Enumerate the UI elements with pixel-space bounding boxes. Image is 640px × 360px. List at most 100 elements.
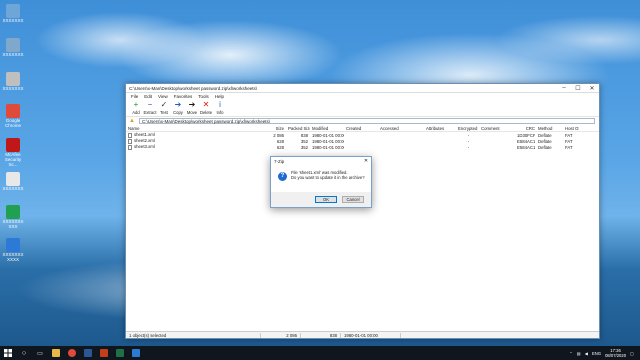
table-row[interactable]: sheet3.xml 628 352 1980-01-01 00:00 - E584AC1… [126, 144, 599, 150]
add-button[interactable]: + Add [129, 100, 143, 116]
toolbar-label: Info [216, 110, 224, 115]
toolbar-label: Move [186, 110, 198, 115]
desktop-icon[interactable]: XXXXXXX XXXX [0, 238, 26, 263]
col-size[interactable]: Size [261, 126, 286, 131]
menu-favorites[interactable]: Favorites [171, 93, 196, 100]
minus-icon: − [147, 100, 153, 109]
delete-x-icon: ✕ [202, 100, 210, 109]
delete-button[interactable]: ✕ Delete [199, 100, 213, 116]
update-archive-dialog: 7-Zip ✕ ? File 'sheet1.xml' was modified… [270, 156, 372, 208]
ok-button[interactable]: OK [315, 196, 337, 203]
up-folder-icon[interactable]: ▲ [129, 118, 135, 124]
col-attributes[interactable]: Attributes [424, 126, 456, 131]
desktop-icon-label: XXXXXXX XXXX [2, 252, 24, 262]
desktop-app-icon [6, 104, 20, 118]
col-crc[interactable]: CRC [515, 126, 535, 131]
mail-icon[interactable] [128, 346, 144, 360]
powerpoint-icon[interactable] [96, 346, 112, 360]
col-comment[interactable]: Comment [479, 126, 515, 131]
language-indicator[interactable]: ENG [592, 351, 601, 356]
desktop-icon[interactable]: XXXXXXX [0, 72, 26, 92]
toolbar-label: Copy [173, 110, 183, 115]
watermark-line-2: Go to Settings to activate Windows. [533, 324, 600, 329]
col-modified[interactable]: Modified [310, 126, 344, 131]
cell-size: 628 [276, 138, 284, 144]
cell-packed: 352 [300, 144, 308, 150]
activation-watermark: Activate Windows Go to Settings to activ… [533, 315, 599, 331]
window-title: C:\Users\x-Man\Desktop\worksheet passwor… [129, 85, 258, 91]
notifications-icon[interactable]: ▢ [630, 351, 634, 356]
desktop-app-icon [6, 138, 20, 152]
toolbar-label: Extract [143, 110, 157, 115]
toolbar-label: Delete [199, 110, 213, 115]
col-accessed[interactable]: Accessed [378, 126, 424, 131]
cell-meth: Deflate [538, 132, 552, 138]
watermark-line-1: Activate Windows [533, 315, 589, 322]
col-name[interactable]: Name [126, 126, 261, 131]
col-host-os[interactable]: Host OS [563, 126, 579, 131]
desktop-icon[interactable]: XXXXXXX [0, 172, 26, 192]
move-arrow-icon: ➔ [188, 100, 196, 109]
task-view-icon[interactable]: ▭ [32, 346, 48, 360]
file-icon [128, 138, 132, 144]
cell-mod: 1980-01-01 00:00 [312, 138, 344, 144]
search-icon[interactable]: ○ [16, 346, 32, 360]
dialog-titlebar[interactable]: 7-Zip ✕ [271, 157, 371, 165]
desktop-icon-label: XXXXXXX XXX [2, 219, 24, 229]
desktop-app-icon [6, 205, 20, 219]
tray-arrow-icon[interactable]: ⌃ [569, 351, 573, 356]
copy-button[interactable]: ➔ Copy [171, 100, 185, 116]
desktop-icon[interactable]: McAfee Security Sc... [0, 138, 26, 168]
cell-mod: 1980-01-01 00:00 [312, 132, 344, 138]
cell-name: sheet2.xml [126, 138, 261, 144]
clock[interactable]: 17:36 08/07/2020 [605, 348, 626, 358]
move-button[interactable]: ➔ Move [185, 100, 199, 116]
desktop-icon[interactable]: Google Chrome [0, 104, 26, 129]
file-manager-window: C:\Users\x-Man\Desktop\worksheet passwor… [125, 83, 600, 339]
col-packed-size[interactable]: Packed Size [286, 126, 310, 131]
file-explorer-icon[interactable] [48, 346, 64, 360]
network-icon[interactable]: ▤ [577, 351, 581, 356]
plus-icon: + [133, 100, 139, 109]
toolbar: + Add − Extract ✓ Test ➔ Copy ➔ Move ✕ Delete i Info [126, 100, 599, 117]
menu-file[interactable]: File [128, 93, 141, 100]
start-button[interactable] [0, 346, 16, 360]
desktop-icon[interactable]: XXXXXXX [0, 4, 26, 24]
status-selected: 1 object(s) selected [126, 332, 261, 338]
address-input[interactable]: C:\Users\x-Man\Desktop\worksheet passwor… [138, 118, 595, 124]
test-button[interactable]: ✓ Test [157, 100, 171, 116]
menu-edit[interactable]: Edit [141, 93, 155, 100]
menu-help[interactable]: Help [212, 93, 227, 100]
file-name: sheet3.xml [134, 144, 155, 150]
cell-enc: - [467, 144, 470, 150]
minimize-icon[interactable]: – [557, 84, 571, 93]
desktop-icon[interactable]: XXXXXXX [0, 38, 26, 58]
system-tray: ⌃ ▤ ◀ ENG 17:36 08/07/2020 ▢ [569, 348, 640, 358]
info-button[interactable]: i Info [213, 100, 227, 116]
close-icon[interactable]: ✕ [585, 84, 599, 93]
maximize-icon[interactable]: ☐ [571, 84, 585, 93]
col-method[interactable]: Method [535, 126, 563, 131]
col-encrypted[interactable]: Encrypted [456, 126, 479, 131]
dialog-footer: OK Cancel [271, 192, 371, 207]
dialog-body: ? File 'sheet1.xml' was modified. Do you… [271, 165, 371, 192]
cell-name: sheet3.xml [126, 144, 261, 150]
excel-icon[interactable] [112, 346, 128, 360]
word-icon[interactable] [80, 346, 96, 360]
col-created[interactable]: Created [344, 126, 378, 131]
desktop-app-icon [6, 172, 20, 186]
status-modified: 1980-01-01 00:00 [341, 332, 401, 338]
close-icon[interactable]: ✕ [361, 158, 371, 164]
volume-icon[interactable]: ◀ [585, 351, 588, 356]
desktop-icon-label: XXXXXXX [2, 18, 24, 23]
cell-crc: E584AC17E [517, 144, 535, 150]
extract-button[interactable]: − Extract [143, 100, 157, 116]
menu-tools[interactable]: Tools [195, 93, 212, 100]
desktop-icon[interactable]: XXXXXXX XXX [0, 205, 26, 230]
desktop-app-icon [6, 4, 20, 18]
menu-view[interactable]: View [155, 93, 171, 100]
chrome-icon[interactable] [64, 346, 80, 360]
file-name: sheet2.xml [134, 138, 155, 144]
cancel-button[interactable]: Cancel [342, 196, 364, 203]
window-titlebar[interactable]: C:\Users\x-Man\Desktop\worksheet passwor… [126, 84, 599, 93]
